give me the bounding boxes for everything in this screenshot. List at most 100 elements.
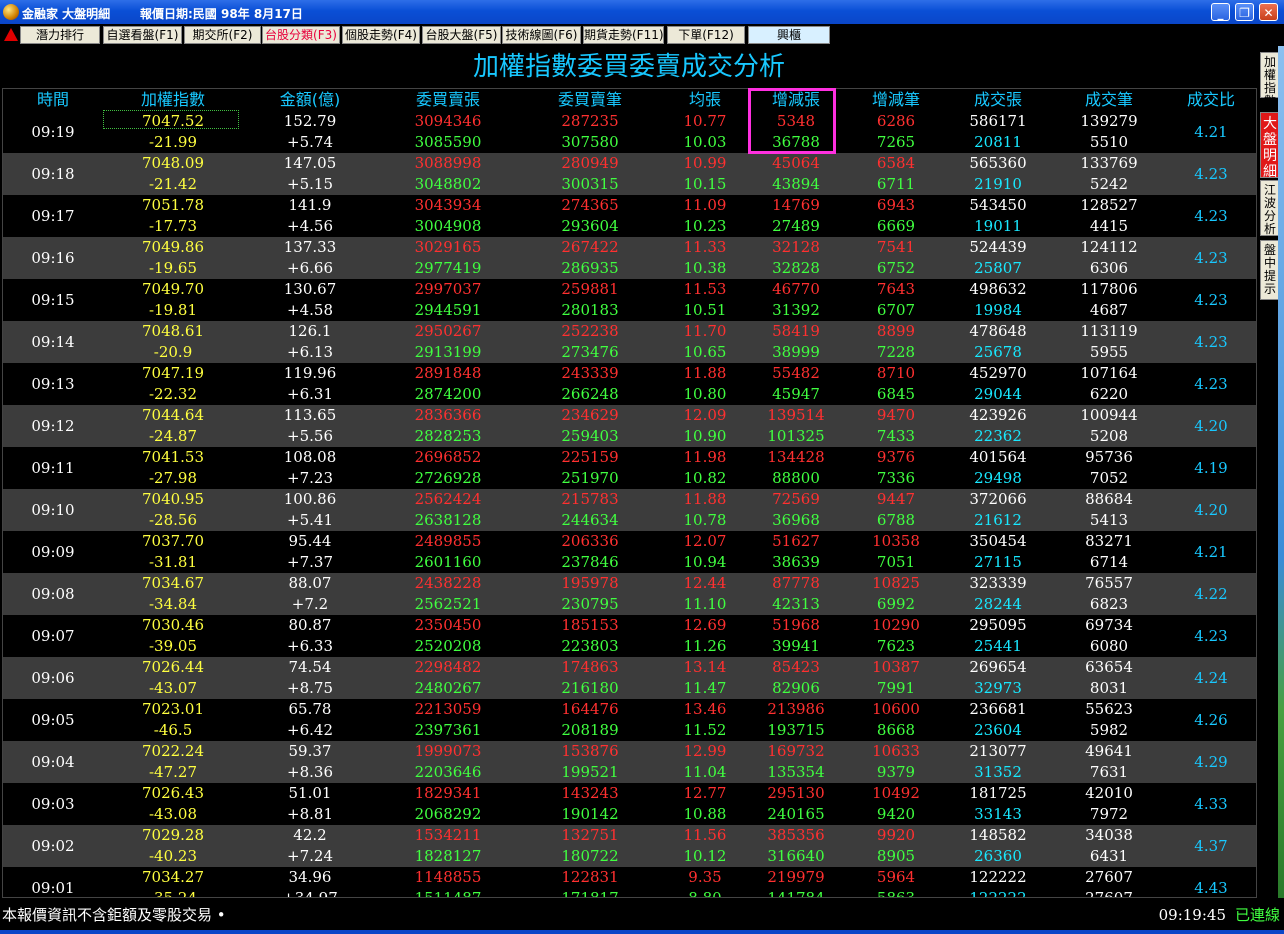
bid-average: 11.04 — [683, 763, 727, 781]
close-button[interactable]: ✕ — [1259, 3, 1278, 21]
table-row[interactable]: 09:15 7049.70 -19.81 130.67 +4.58 2997037 2944… — [3, 279, 1256, 321]
table-row[interactable]: 09:10 7040.95 -28.56 100.86 +5.41 2562424 2638… — [3, 489, 1256, 531]
table-row[interactable]: 09:11 7041.53 -27.98 108.08 +7.23 2696852 2726… — [3, 447, 1256, 489]
column-header-0[interactable]: 時間 — [8, 89, 98, 111]
column-header-3[interactable]: 委買賣張 — [383, 89, 513, 111]
delta-count-top: 10633 — [872, 742, 920, 760]
bid-average: 11.47 — [683, 679, 727, 697]
column-header-2[interactable]: 金額(億) — [255, 89, 365, 111]
table-row[interactable]: 09:05 7023.01 -46.5 65.78 +6.42 2213059 239736… — [3, 699, 1256, 741]
side-tab-2[interactable]: 江波分析 — [1260, 180, 1280, 236]
column-header-9[interactable]: 成交筆 — [1059, 89, 1159, 111]
delta-count-top: 7643 — [876, 280, 916, 298]
menu-tab-0[interactable]: 潛力排行 — [20, 26, 100, 44]
side-tab-3[interactable]: 盤中提示 — [1260, 240, 1280, 300]
column-header-8[interactable]: 成交張 — [948, 89, 1048, 111]
table-row[interactable]: 09:03 7026.43 -43.08 51.01 +8.81 1829341 20682… — [3, 783, 1256, 825]
delta-volume-top: 87778 — [772, 574, 820, 592]
row-time: 09:12 — [31, 417, 75, 435]
menu-tab-1[interactable]: 自選看盤(F1) — [103, 26, 182, 44]
ask-count: 287235 — [561, 112, 619, 130]
window-titlebar[interactable]: 金融家 大盤明細 報價日期:民國 98年 8月17日 _ ❐ ✕ — [0, 0, 1284, 24]
menu-tab-4[interactable]: 個股走勢(F4) — [342, 26, 420, 44]
delta-count-top: 9447 — [876, 490, 916, 508]
bid-average: 10.65 — [683, 343, 727, 361]
table-row[interactable]: 09:16 7049.86 -19.65 137.33 +6.66 3029165 2977… — [3, 237, 1256, 279]
table-row[interactable]: 09:01 7034.27 -35.24 34.96 +34.97 1148855 1511… — [3, 867, 1256, 898]
menu-tab-8[interactable]: 下單(F12) — [667, 26, 745, 44]
side-tab-0[interactable]: 加權指數 — [1260, 52, 1280, 108]
menu-tab-2[interactable]: 期交所(F2) — [184, 26, 261, 44]
amount-value: 130.67 — [283, 280, 337, 298]
delta-volume-top: 51968 — [772, 616, 820, 634]
index-change: -21.99 — [148, 133, 197, 151]
status-notice: 本報價資訊不含鉅額及零股交易 • — [2, 906, 226, 924]
table-row[interactable]: 09:12 7044.64 -24.87 113.65 +5.56 2836366 2828… — [3, 405, 1256, 447]
bid-average: 10.90 — [683, 427, 727, 445]
index-change: -46.5 — [153, 721, 193, 739]
delta-volume-top: 134428 — [767, 448, 825, 466]
trade-ratio: 4.20 — [1194, 417, 1228, 435]
delta-count-top: 6943 — [876, 196, 916, 214]
column-header-5[interactable]: 均張 — [665, 89, 745, 111]
index-value: 7048.09 — [141, 154, 205, 172]
index-change: -20.9 — [153, 343, 193, 361]
trade-ratio: 4.29 — [1194, 753, 1228, 771]
menu-tab-9[interactable]: 興櫃 — [748, 26, 830, 44]
delta-volume-bottom: 240165 — [767, 805, 825, 823]
delta-count-top: 10825 — [872, 574, 920, 592]
delta-count-top: 10492 — [872, 784, 920, 802]
delta-count-top: 5964 — [876, 868, 916, 886]
table-row[interactable]: 09:14 7048.61 -20.9 126.1 +6.13 2950267 291319… — [3, 321, 1256, 363]
menu-tab-5[interactable]: 台股大盤(F5) — [422, 26, 501, 44]
ask-count: 185153 — [561, 616, 619, 634]
trade-ratio: 4.24 — [1194, 669, 1228, 687]
ask-volume: 1999073 — [414, 742, 482, 760]
trade-count: 49641 — [1085, 742, 1133, 760]
trade-volume: 148582 — [969, 826, 1027, 844]
minimize-button[interactable]: _ — [1211, 3, 1230, 21]
table-row[interactable]: 09:04 7022.24 -47.27 59.37 +8.36 1999073 22036… — [3, 741, 1256, 783]
maximize-button[interactable]: ❐ — [1235, 3, 1254, 21]
table-row[interactable]: 09:02 7029.28 -40.23 42.2 +7.24 1534211 182812… — [3, 825, 1256, 867]
menu-tab-6[interactable]: 技術線圖(F6) — [502, 26, 581, 44]
trade-volume-increment: 19984 — [974, 301, 1022, 319]
ask-average: 11.33 — [683, 238, 727, 256]
amount-change: +6.31 — [287, 385, 333, 403]
row-time: 09:17 — [31, 207, 75, 225]
delta-volume-bottom: 82906 — [772, 679, 820, 697]
index-change: -19.81 — [148, 301, 197, 319]
delta-count-bottom: 5863 — [876, 889, 916, 898]
table-row[interactable]: 09:07 7030.46 -39.05 80.87 +6.33 2350450 25202… — [3, 615, 1256, 657]
bid-count: 251970 — [561, 469, 619, 487]
table-row[interactable]: 09:06 7026.44 -43.07 74.54 +8.75 2298482 24802… — [3, 657, 1256, 699]
column-header-1[interactable]: 加權指數 — [105, 89, 241, 111]
menu-tab-3[interactable]: 台股分類(F3) — [262, 26, 340, 44]
bid-volume: 3085590 — [414, 133, 482, 151]
table-row[interactable]: 09:17 7051.78 -17.73 141.9 +4.56 3043934 30049… — [3, 195, 1256, 237]
alert-triangle-icon[interactable] — [4, 28, 18, 41]
table-row[interactable]: 09:18 7048.09 -21.42 147.05 +5.15 3088998 3048… — [3, 153, 1256, 195]
amount-value: 59.37 — [288, 742, 332, 760]
trade-volume: 401564 — [969, 448, 1027, 466]
table-row[interactable]: 09:09 7037.70 -31.81 95.44 +7.37 2489855 26011… — [3, 531, 1256, 573]
ask-volume: 1829341 — [414, 784, 482, 802]
trade-volume-increment: 21612 — [974, 511, 1022, 529]
table-row[interactable]: 09:13 7047.19 -22.32 119.96 +6.31 2891848 2874… — [3, 363, 1256, 405]
ask-volume: 2438228 — [414, 574, 482, 592]
bid-average: 10.03 — [683, 133, 727, 151]
bid-volume: 2562521 — [414, 595, 482, 613]
column-header-4[interactable]: 委買賣筆 — [525, 89, 655, 111]
side-tab-1[interactable]: 大盤明細 — [1260, 112, 1280, 180]
trade-volume-increment: 25678 — [974, 343, 1022, 361]
menu-tab-7[interactable]: 期貨走勢(F11) — [583, 26, 664, 44]
page-title: 加權指數委買委賣成交分析 — [472, 52, 785, 82]
trade-volume: 586171 — [969, 112, 1027, 130]
trade-count: 63654 — [1085, 658, 1133, 676]
row-time: 09:18 — [31, 165, 75, 183]
table-row[interactable]: 09:08 7034.67 -34.84 88.07 +7.2 2438228 256252… — [3, 573, 1256, 615]
index-change: -43.07 — [148, 679, 197, 697]
ask-count: 234629 — [561, 406, 619, 424]
column-header-7[interactable]: 增減筆 — [851, 89, 941, 111]
column-header-10[interactable]: 成交比 — [1171, 89, 1251, 111]
